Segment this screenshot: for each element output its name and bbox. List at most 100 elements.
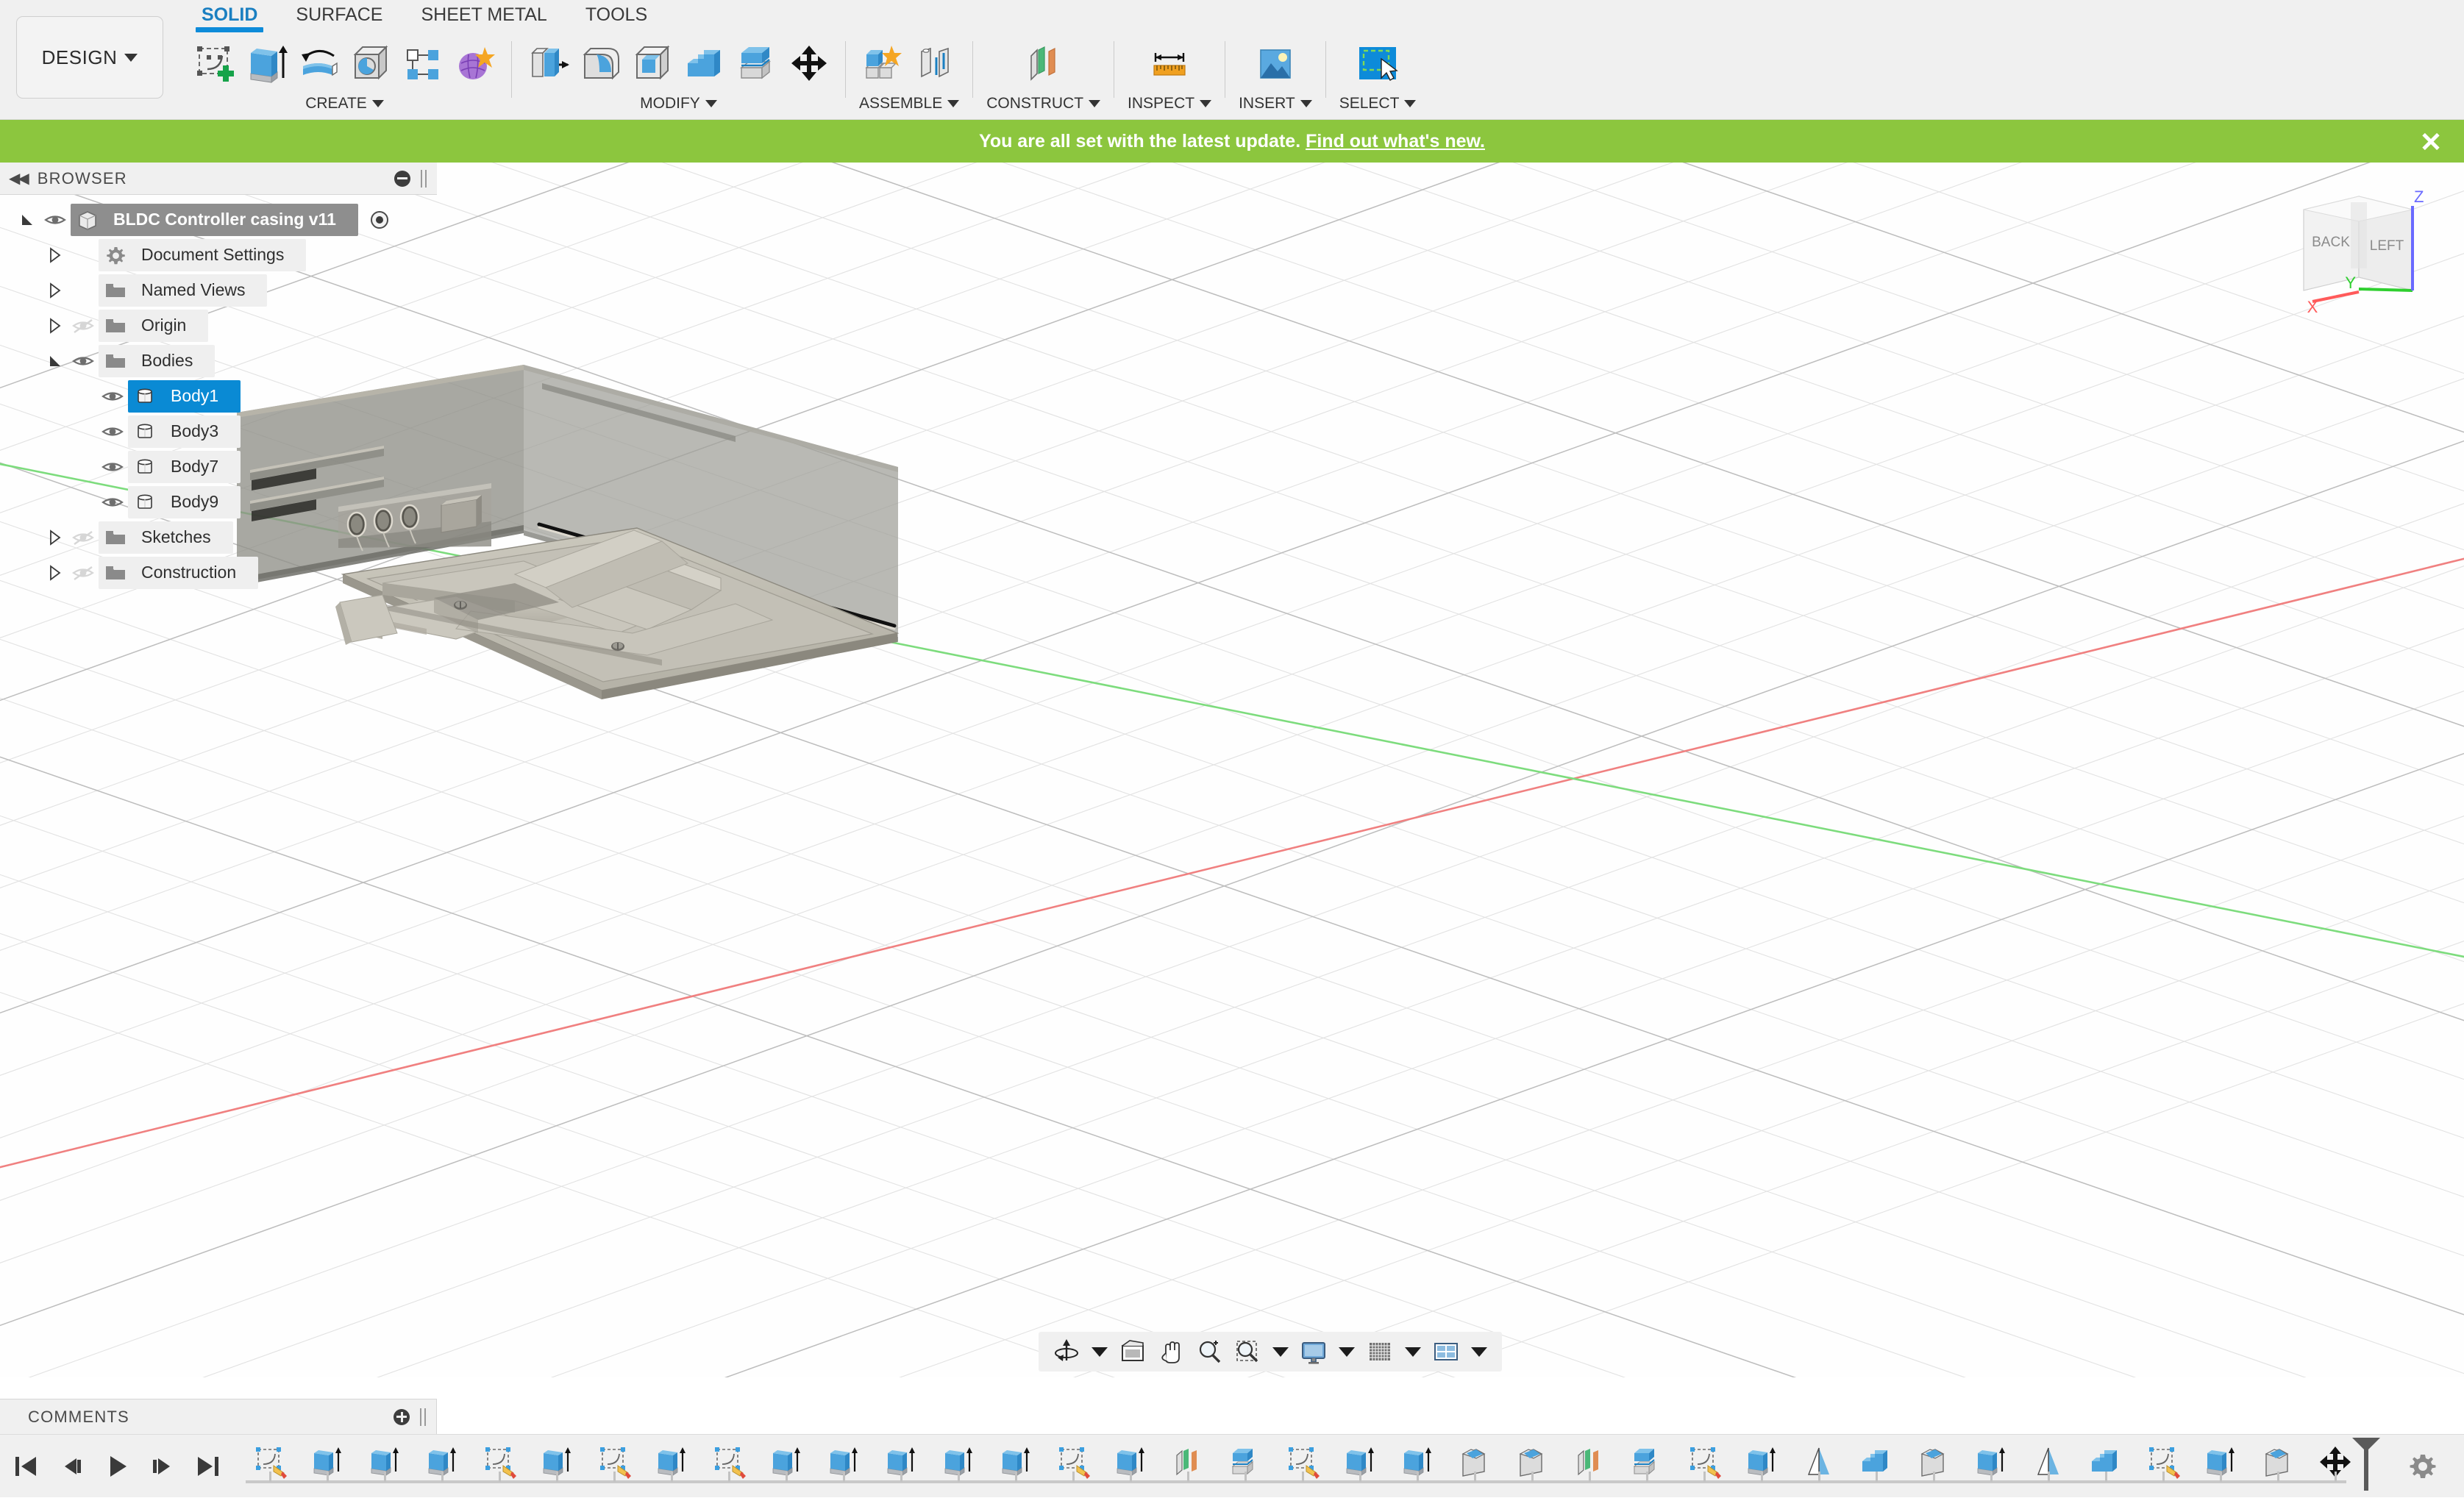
sidebar-item-body1[interactable]: Body1: [0, 379, 437, 414]
tab-solid[interactable]: SOLID: [182, 0, 277, 32]
orbit-icon[interactable]: [1050, 1335, 1083, 1368]
panel-insert-label[interactable]: INSERT: [1239, 93, 1312, 115]
rectangular-pattern-icon[interactable]: [400, 41, 446, 87]
expand-toggle[interactable]: [43, 273, 68, 308]
tree-row-root[interactable]: BLDC Controller casing v11: [0, 202, 437, 238]
extrude-icon[interactable]: [243, 41, 289, 87]
insert-image-icon[interactable]: [1253, 41, 1298, 87]
visibility-hidden-icon[interactable]: [68, 520, 99, 555]
sidebar-item-bodies[interactable]: Bodies: [0, 343, 437, 379]
workspace-switcher-button[interactable]: DESIGN: [16, 16, 163, 99]
hole-icon[interactable]: [348, 41, 394, 87]
sidebar-item-sketches[interactable]: Sketches: [0, 520, 437, 555]
sidebar-item-document-settings[interactable]: Document Settings: [0, 238, 437, 273]
collapse-left-icon[interactable]: ◀◀: [9, 169, 27, 188]
visibility-hidden-icon[interactable]: [68, 308, 99, 343]
tab-sheet-metal[interactable]: SHEET METAL: [402, 0, 566, 32]
joint-icon[interactable]: [913, 41, 958, 87]
comments-bar[interactable]: COMMENTS: [0, 1399, 437, 1434]
go-to-end-icon[interactable]: [196, 1453, 221, 1480]
chevron-down-icon[interactable]: [1405, 1347, 1421, 1357]
tree-label-wrap-selected[interactable]: Body1: [128, 380, 241, 413]
chevron-down-icon[interactable]: [1092, 1347, 1108, 1357]
create-sketch-icon[interactable]: [191, 41, 237, 87]
minimize-icon[interactable]: [394, 171, 410, 187]
panel-select-label[interactable]: SELECT: [1339, 93, 1417, 115]
panel-resize-grip[interactable]: [421, 170, 427, 188]
visibility-eye-icon[interactable]: [97, 485, 128, 520]
press-pull-icon[interactable]: [525, 41, 571, 87]
display-settings-icon[interactable]: [1297, 1335, 1330, 1368]
root-node[interactable]: BLDC Controller casing v11: [71, 204, 358, 236]
tab-surface[interactable]: SURFACE: [277, 0, 402, 32]
sidebar-item-origin[interactable]: Origin: [0, 308, 437, 343]
expand-toggle[interactable]: [43, 238, 68, 273]
select-cursor-icon[interactable]: [1355, 41, 1400, 87]
visibility-eye-icon[interactable]: [40, 202, 71, 238]
view-cube[interactable]: BACK LEFT Y X Z: [2289, 180, 2451, 320]
tree-label-wrap[interactable]: Origin: [99, 310, 208, 342]
tree-label-wrap[interactable]: Construction: [99, 557, 258, 589]
step-forward-icon[interactable]: [150, 1453, 175, 1480]
play-icon[interactable]: [104, 1453, 129, 1480]
pan-hand-icon[interactable]: [1155, 1335, 1187, 1368]
zoom-magnifier-icon[interactable]: [1193, 1335, 1225, 1368]
timeline-end-marker[interactable]: [2348, 1436, 2355, 1491]
gear-icon[interactable]: [2408, 1452, 2438, 1481]
sidebar-item-body9[interactable]: Body9: [0, 485, 437, 520]
offset-plane-icon[interactable]: [1021, 41, 1067, 87]
tree-label-wrap[interactable]: Body9: [128, 486, 241, 518]
form-icon[interactable]: [452, 41, 498, 87]
expand-toggle[interactable]: [43, 520, 68, 555]
new-component-icon[interactable]: [861, 41, 906, 87]
move-copy-icon[interactable]: [786, 41, 832, 87]
measure-icon[interactable]: [1147, 41, 1192, 87]
chevron-down-icon[interactable]: [1471, 1347, 1487, 1357]
tree-label-wrap[interactable]: Document Settings: [99, 239, 306, 271]
tree-label-wrap[interactable]: Body7: [128, 451, 241, 483]
visibility-eye-icon[interactable]: [68, 343, 99, 379]
sidebar-item-body7[interactable]: Body7: [0, 449, 437, 485]
panel-assemble-label[interactable]: ASSEMBLE: [859, 93, 959, 115]
sidebar-item-construction[interactable]: Construction: [0, 555, 437, 591]
fillet-icon[interactable]: [577, 41, 623, 87]
tree-label-wrap[interactable]: Bodies: [99, 345, 215, 377]
expand-toggle[interactable]: [43, 555, 68, 591]
tree-label-wrap[interactable]: Body3: [128, 415, 241, 448]
panel-resize-grip[interactable]: [420, 1408, 426, 1426]
whats-new-link[interactable]: Find out what's new.: [1306, 131, 1485, 151]
panel-inspect-label[interactable]: INSPECT: [1128, 93, 1211, 115]
activate-component-radio[interactable]: [367, 207, 392, 232]
expand-toggle[interactable]: [15, 202, 40, 238]
timeline-tick: [1818, 1472, 1820, 1482]
shell-icon[interactable]: [630, 41, 675, 87]
viewports-icon[interactable]: [1430, 1335, 1462, 1368]
timeline-track[interactable]: [241, 1435, 2464, 1498]
grid-snaps-icon[interactable]: [1364, 1335, 1396, 1368]
tree-label-wrap[interactable]: Named Views: [99, 274, 267, 307]
panel-construct-label[interactable]: CONSTRUCT: [986, 93, 1100, 115]
panel-modify-label[interactable]: MODIFY: [640, 93, 717, 115]
panel-create-label[interactable]: CREATE: [305, 93, 384, 115]
go-to-beginning-icon[interactable]: [13, 1453, 38, 1480]
chevron-down-icon[interactable]: [1272, 1347, 1289, 1357]
sidebar-item-named-views[interactable]: Named Views: [0, 273, 437, 308]
chevron-down-icon[interactable]: [1339, 1347, 1355, 1357]
expand-toggle[interactable]: [43, 308, 68, 343]
close-icon[interactable]: [2418, 129, 2443, 154]
fit-window-icon[interactable]: [1231, 1335, 1264, 1368]
expand-toggle[interactable]: [43, 343, 68, 379]
sidebar-item-body3[interactable]: Body3: [0, 414, 437, 449]
revolve-icon[interactable]: [296, 41, 341, 87]
add-comment-icon[interactable]: [394, 1409, 410, 1425]
visibility-hidden-icon[interactable]: [68, 555, 99, 591]
split-body-icon[interactable]: [734, 41, 780, 87]
visibility-eye-icon[interactable]: [97, 449, 128, 485]
tab-tools[interactable]: TOOLS: [566, 0, 666, 32]
tree-label-wrap[interactable]: Sketches: [99, 521, 233, 554]
look-at-icon[interactable]: [1117, 1335, 1149, 1368]
combine-icon[interactable]: [682, 41, 727, 87]
visibility-eye-icon[interactable]: [97, 379, 128, 414]
visibility-eye-icon[interactable]: [97, 414, 128, 449]
step-back-icon[interactable]: [59, 1453, 84, 1480]
